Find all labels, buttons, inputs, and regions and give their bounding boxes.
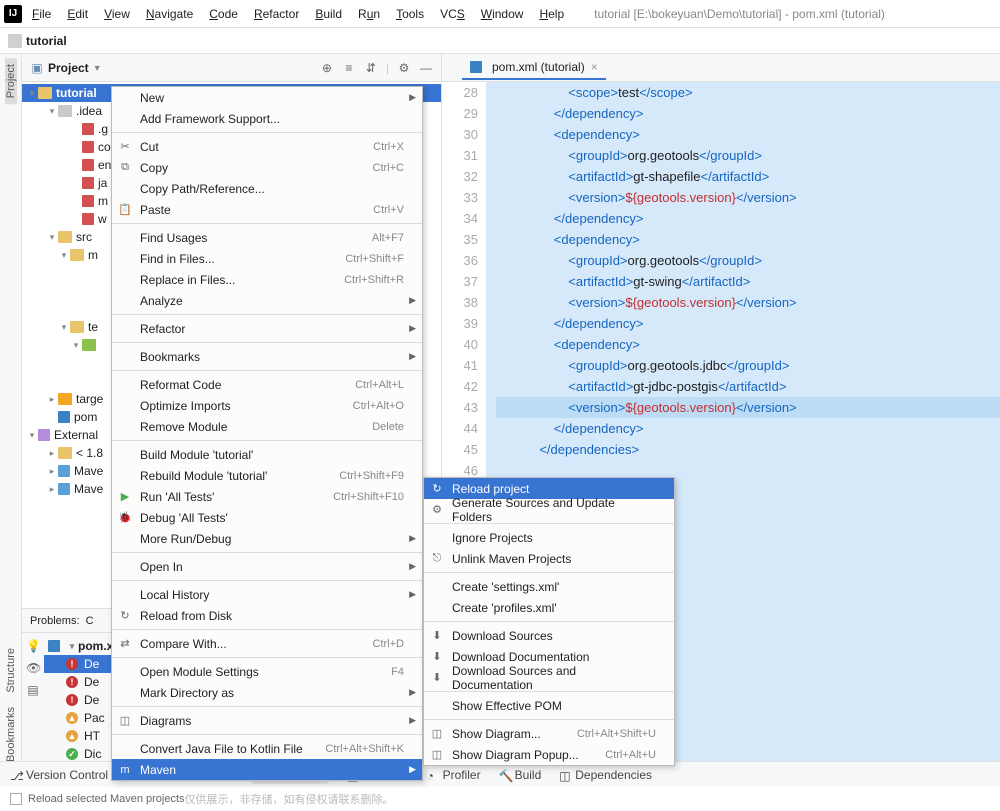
problems-gutter: 💡 👁 ▤: [22, 633, 44, 768]
menu-item[interactable]: Show Effective POM: [424, 695, 674, 716]
breadcrumb-bar: tutorial: [0, 28, 1000, 54]
status-bar: Reload selected Maven projects 仅供展示，非存储，…: [0, 787, 1000, 811]
close-icon[interactable]: ×: [591, 60, 598, 74]
menu-item[interactable]: Reformat CodeCtrl+Alt+L: [112, 374, 422, 395]
menu-item[interactable]: 📋PasteCtrl+V: [112, 199, 422, 220]
menu-item[interactable]: Rebuild Module 'tutorial'Ctrl+Shift+F9: [112, 465, 422, 486]
menu-navigate[interactable]: Navigate: [140, 5, 199, 23]
menu-item[interactable]: Local History▶: [112, 584, 422, 605]
menu-vcs[interactable]: VCS: [434, 5, 471, 23]
menu-window[interactable]: Window: [475, 5, 530, 23]
project-panel-title[interactable]: Project: [48, 61, 89, 75]
menu-tools[interactable]: Tools: [390, 5, 430, 23]
tool-dependencies[interactable]: ◫Dependencies: [559, 768, 652, 782]
left-tool-gutter: Project Structure Bookmarks: [0, 54, 22, 768]
menu-item[interactable]: Open Module SettingsF4: [112, 661, 422, 682]
menu-item[interactable]: ◫Show Diagram Popup...Ctrl+Alt+U: [424, 744, 674, 765]
menu-item[interactable]: Add Framework Support...: [112, 108, 422, 129]
tool-version-control[interactable]: ⎇Version Control: [10, 768, 108, 782]
tool-structure[interactable]: Structure: [5, 642, 17, 699]
menu-item[interactable]: Bookmarks▶: [112, 346, 422, 367]
project-icon: ▣: [30, 61, 44, 75]
menu-item[interactable]: Create 'settings.xml': [424, 576, 674, 597]
gear-icon[interactable]: ⚙: [397, 61, 411, 75]
menu-item[interactable]: 🐞Debug 'All Tests': [112, 507, 422, 528]
breadcrumb-root[interactable]: tutorial: [26, 34, 67, 48]
menu-item[interactable]: Find UsagesAlt+F7: [112, 227, 422, 248]
menu-item[interactable]: ◫Show Diagram...Ctrl+Alt+Shift+U: [424, 723, 674, 744]
editor-tab-pom[interactable]: pom.xml (tutorial) ×: [462, 56, 606, 80]
app-logo: IJ: [4, 5, 22, 23]
menu-edit[interactable]: Edit: [61, 5, 94, 23]
menu-item[interactable]: Copy Path/Reference...: [112, 178, 422, 199]
menu-item[interactable]: ⚙Generate Sources and Update Folders: [424, 499, 674, 520]
menu-item[interactable]: ⬇Download Sources: [424, 625, 674, 646]
folder-icon: [8, 34, 22, 48]
bulb-icon[interactable]: 💡: [26, 639, 40, 653]
menu-item[interactable]: ↻Reload from Disk: [112, 605, 422, 626]
menu-item[interactable]: Build Module 'tutorial': [112, 444, 422, 465]
menu-item[interactable]: Replace in Files...Ctrl+Shift+R: [112, 269, 422, 290]
menu-file[interactable]: File: [26, 5, 57, 23]
menu-item[interactable]: More Run/Debug▶: [112, 528, 422, 549]
status-text: Reload selected Maven projects: [28, 793, 185, 805]
tool-project[interactable]: Project: [5, 58, 17, 104]
menu-item[interactable]: Analyze▶: [112, 290, 422, 311]
collapse-icon[interactable]: ⇵: [364, 61, 378, 75]
editor-tabs: pom.xml (tutorial) ×: [442, 54, 1000, 82]
menu-item[interactable]: Ignore Projects: [424, 527, 674, 548]
tool-build[interactable]: 🔨Build: [499, 768, 542, 782]
menu-build[interactable]: Build: [309, 5, 348, 23]
editor-tab-label: pom.xml (tutorial): [492, 60, 585, 74]
menu-item[interactable]: mMaven▶: [112, 759, 422, 780]
context-menu-project[interactable]: New▶Add Framework Support... ✂CutCtrl+X⧉C…: [111, 86, 423, 781]
profiler-icon: ◔: [427, 769, 439, 781]
window-title: tutorial [E:\bokeyuan\Demo\tutorial] - p…: [594, 7, 885, 21]
chevron-down-icon[interactable]: ▼: [93, 63, 102, 73]
branch-icon: ⎇: [10, 769, 22, 781]
menu-refactor[interactable]: Refactor: [248, 5, 305, 23]
expand-icon[interactable]: ≡: [342, 61, 356, 75]
menu-item[interactable]: ⎋Unlink Maven Projects: [424, 548, 674, 569]
layout-icon[interactable]: ▤: [26, 683, 40, 697]
menubar: IJ File Edit View Navigate Code Refactor…: [0, 0, 1000, 28]
menu-item[interactable]: Open In▶: [112, 556, 422, 577]
menu-item[interactable]: ✂CutCtrl+X: [112, 136, 422, 157]
deps-icon: ◫: [559, 769, 571, 781]
hammer-icon: 🔨: [499, 769, 511, 781]
menu-item[interactable]: ◫Diagrams▶: [112, 710, 422, 731]
menu-item[interactable]: ▶Run 'All Tests'Ctrl+Shift+F10: [112, 486, 422, 507]
menu-run[interactable]: Run: [352, 5, 386, 23]
problems-tab[interactable]: C: [86, 615, 94, 627]
menu-view[interactable]: View: [98, 5, 136, 23]
maven-file-icon: [470, 61, 482, 73]
status-tail: 仅供展示，非存储，如有侵权请联系删除。: [185, 791, 394, 807]
menu-item[interactable]: Find in Files...Ctrl+Shift+F: [112, 248, 422, 269]
status-square-icon[interactable]: [10, 793, 22, 805]
menu-code[interactable]: Code: [203, 5, 244, 23]
tool-profiler[interactable]: ◔Profiler: [427, 768, 481, 782]
context-menu-maven[interactable]: ↻Reload project⚙Generate Sources and Upd…: [423, 477, 675, 766]
problems-title: Problems:: [30, 615, 80, 627]
project-panel-header: ▣ Project ▼ ⊕ ≡ ⇵ | ⚙ —: [22, 54, 441, 82]
menu-item[interactable]: Create 'profiles.xml': [424, 597, 674, 618]
menu-item[interactable]: New▶: [112, 87, 422, 108]
target-icon[interactable]: ⊕: [320, 61, 334, 75]
menu-item[interactable]: Optimize ImportsCtrl+Alt+O: [112, 395, 422, 416]
eye-icon[interactable]: 👁: [26, 661, 40, 675]
menu-item[interactable]: Mark Directory as▶: [112, 682, 422, 703]
menu-item[interactable]: ⇄Compare With...Ctrl+D: [112, 633, 422, 654]
menu-help[interactable]: Help: [533, 5, 570, 23]
menu-item[interactable]: ⬇Download Sources and Documentation: [424, 667, 674, 688]
hide-icon[interactable]: —: [419, 61, 433, 75]
tool-bookmarks[interactable]: Bookmarks: [5, 701, 17, 768]
menu-item[interactable]: Remove ModuleDelete: [112, 416, 422, 437]
menu-item[interactable]: Convert Java File to Kotlin FileCtrl+Alt…: [112, 738, 422, 759]
menu-item[interactable]: ⧉CopyCtrl+C: [112, 157, 422, 178]
menu-item[interactable]: Refactor▶: [112, 318, 422, 339]
